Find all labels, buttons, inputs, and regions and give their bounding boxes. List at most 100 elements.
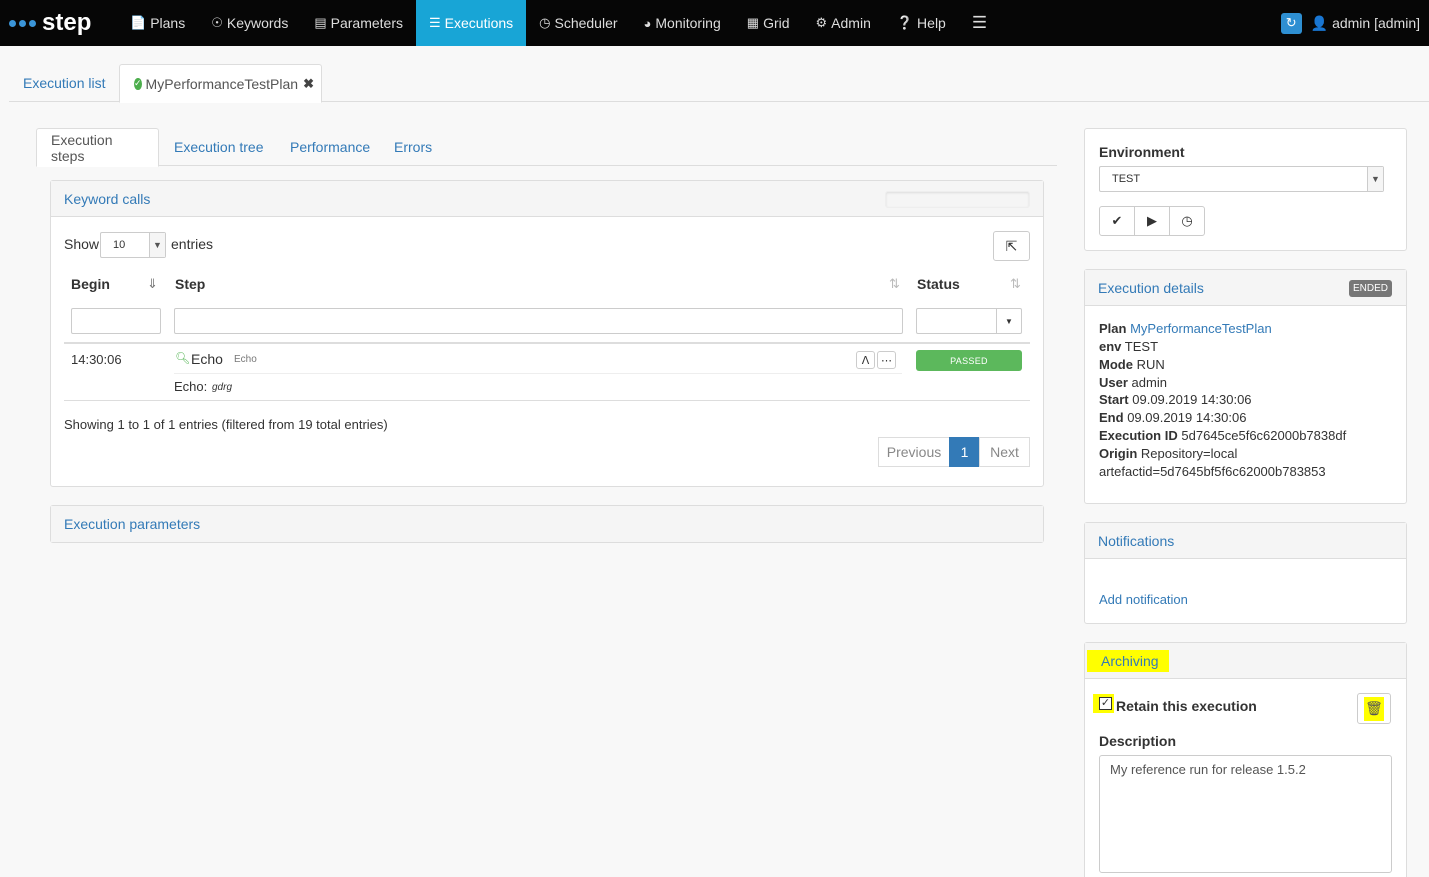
target-icon: ☉ (211, 15, 223, 30)
execution-parameters-header[interactable]: Execution parameters (51, 506, 1043, 542)
nav-label: Monitoring (655, 15, 721, 31)
nav-monitoring[interactable]: ◕ Monitoring (631, 0, 734, 46)
status-filter-select[interactable]: ▼ (916, 308, 1022, 334)
tab-execution-list[interactable]: Execution list (9, 64, 119, 102)
tab-performance[interactable]: Performance (276, 128, 384, 166)
chevron-down-icon: ▼ (1367, 167, 1383, 191)
row-output-label: Echo: (174, 379, 208, 394)
step-filter-input[interactable] (174, 308, 903, 334)
detail-value: 09.09.2019 14:30:06 (1127, 410, 1247, 425)
logo-dots-icon (9, 19, 36, 27)
nav-label: Parameters (330, 15, 403, 31)
clock-icon: ◷ (539, 15, 551, 30)
detail-key: Origin (1099, 446, 1138, 461)
main-tabs: Execution list ✓ MyPerformanceTestPlan ✖ (9, 64, 1429, 103)
panel-title: Execution details (1098, 279, 1204, 296)
nav-grid[interactable]: ▦ Grid (734, 0, 803, 46)
nav-keywords[interactable]: ☉ Keywords (198, 0, 301, 46)
refresh-icon[interactable]: ↻ (1280, 12, 1302, 34)
execute-button[interactable]: ▶ (1134, 206, 1170, 236)
detail-execution-id: Execution ID 5d7645ce5f6c62000b7838df (1099, 428, 1346, 443)
tree-icon[interactable]: ᐱ (856, 351, 875, 369)
environment-select[interactable]: TEST ▼ (1099, 166, 1384, 192)
tab-errors[interactable]: Errors (380, 128, 446, 166)
next-button[interactable]: Next (979, 437, 1030, 467)
page-size-value: 10 (113, 239, 126, 251)
nav-scheduler[interactable]: ◷ Scheduler (526, 0, 630, 46)
entries-label: entries (171, 236, 214, 252)
detail-value: 09.09.2019 14:30:06 (1132, 392, 1252, 407)
page-size-select[interactable]: 10 ▼ (100, 232, 166, 258)
nav-label: Grid (763, 15, 790, 31)
ellipsis-icon[interactable]: ⋯ (877, 351, 896, 369)
detail-key: Plan (1099, 321, 1127, 336)
schedule-button[interactable]: ◷ (1169, 206, 1205, 236)
nav-help[interactable]: ❔ Help (884, 0, 959, 46)
detail-user: User admin (1099, 375, 1167, 390)
check-button[interactable]: ✔ (1099, 206, 1135, 236)
delete-button[interactable]: 🗑︎ (1357, 693, 1391, 724)
pager-label: 1 (960, 444, 969, 460)
retain-checkbox[interactable]: ✓ (1099, 697, 1112, 710)
row-step-name: Echo (191, 351, 223, 367)
nav-plans[interactable]: 📄 Plans (117, 0, 198, 46)
column-step[interactable]: Step (175, 276, 205, 292)
tab-execution-tree[interactable]: Execution tree (160, 128, 278, 166)
status-badge: PASSED (916, 350, 1022, 371)
nav-admin[interactable]: ⚙ Admin (803, 0, 884, 46)
status-badge: ENDED (1348, 280, 1392, 297)
description-textarea[interactable]: My reference run for release 1.5.2 (1099, 755, 1392, 873)
page-1-button[interactable]: 1 (949, 437, 980, 467)
search-icon[interactable]: 🔍︎ (175, 351, 190, 365)
column-begin[interactable]: Begin (71, 276, 110, 292)
export-button[interactable]: ⇱ (993, 231, 1030, 261)
plan-link[interactable]: MyPerformanceTestPlan (1130, 321, 1272, 336)
execution-parameters-panel[interactable]: Execution parameters (50, 505, 1044, 543)
user-menu[interactable]: 👤 admin [admin] (1311, 15, 1420, 32)
show-label: Show (64, 236, 100, 252)
tab-execution-steps[interactable]: Execution steps (36, 128, 159, 167)
detail-value: admin (1131, 375, 1167, 390)
brand-name: step (42, 9, 92, 36)
chevron-down-icon: ▼ (149, 233, 165, 257)
nav-executions[interactable]: ☰ Executions (416, 0, 527, 46)
description-label: Description (1099, 733, 1177, 749)
help-icon: ❔ (896, 15, 914, 30)
sort-icon[interactable]: ⇅ (1010, 276, 1021, 292)
tasks-icon: ☰ (429, 15, 441, 30)
nav-label: Scheduler (554, 15, 618, 31)
tab-label: Performance (290, 139, 371, 155)
detail-start: Start 09.09.2019 14:30:06 (1099, 392, 1252, 407)
column-status[interactable]: Status (917, 276, 960, 292)
add-notification-link[interactable]: Add notification (1099, 592, 1188, 607)
detail-key: Mode (1099, 357, 1133, 372)
previous-button[interactable]: Previous (878, 437, 950, 467)
sort-desc-icon[interactable]: ⇓ (147, 276, 158, 292)
detail-value: TEST (1124, 339, 1159, 354)
brand-logo[interactable]: step (0, 0, 117, 46)
detail-origin-artefact: artefactid=5d7645bf5f6c62000b783853 (1099, 464, 1326, 479)
caret-down-icon: ▼ (996, 309, 1021, 333)
clock-icon: ◷ (1181, 213, 1193, 228)
detail-value: 5d7645ce5f6c62000b7838df (1181, 428, 1347, 443)
keyword-calls-panel: Keyword calls Show 10 ▼ entries ⇱ Begin … (50, 180, 1044, 487)
tab-current-execution[interactable]: ✓ MyPerformanceTestPlan ✖ (119, 64, 322, 103)
detail-mode: Mode RUN (1099, 357, 1165, 372)
panel-title: Keyword calls (64, 190, 151, 207)
begin-filter-input[interactable] (71, 308, 161, 334)
nav-label: Admin (831, 15, 871, 31)
export-icon: ⇱ (1005, 237, 1018, 254)
row-output-value: gdrg (212, 382, 233, 393)
row-step-type: Echo (234, 354, 257, 365)
nav-label: Executions (444, 15, 514, 31)
environment-panel: Environment TEST ▼ ✔ ▶ ◷ (1084, 128, 1407, 251)
execution-sub-tabs: Execution steps Execution tree Performan… (36, 128, 1057, 167)
nav-label: Help (917, 15, 946, 31)
tab-label: MyPerformanceTestPlan (145, 75, 299, 92)
list-icon: ▤ (314, 15, 327, 30)
close-icon[interactable]: ✖ (303, 76, 314, 92)
hamburger-menu-icon[interactable]: ☰ (959, 0, 1000, 46)
nav-parameters[interactable]: ▤ Parameters (301, 0, 416, 46)
sort-icon[interactable]: ⇅ (889, 276, 900, 292)
environment-value: TEST (1112, 173, 1141, 185)
